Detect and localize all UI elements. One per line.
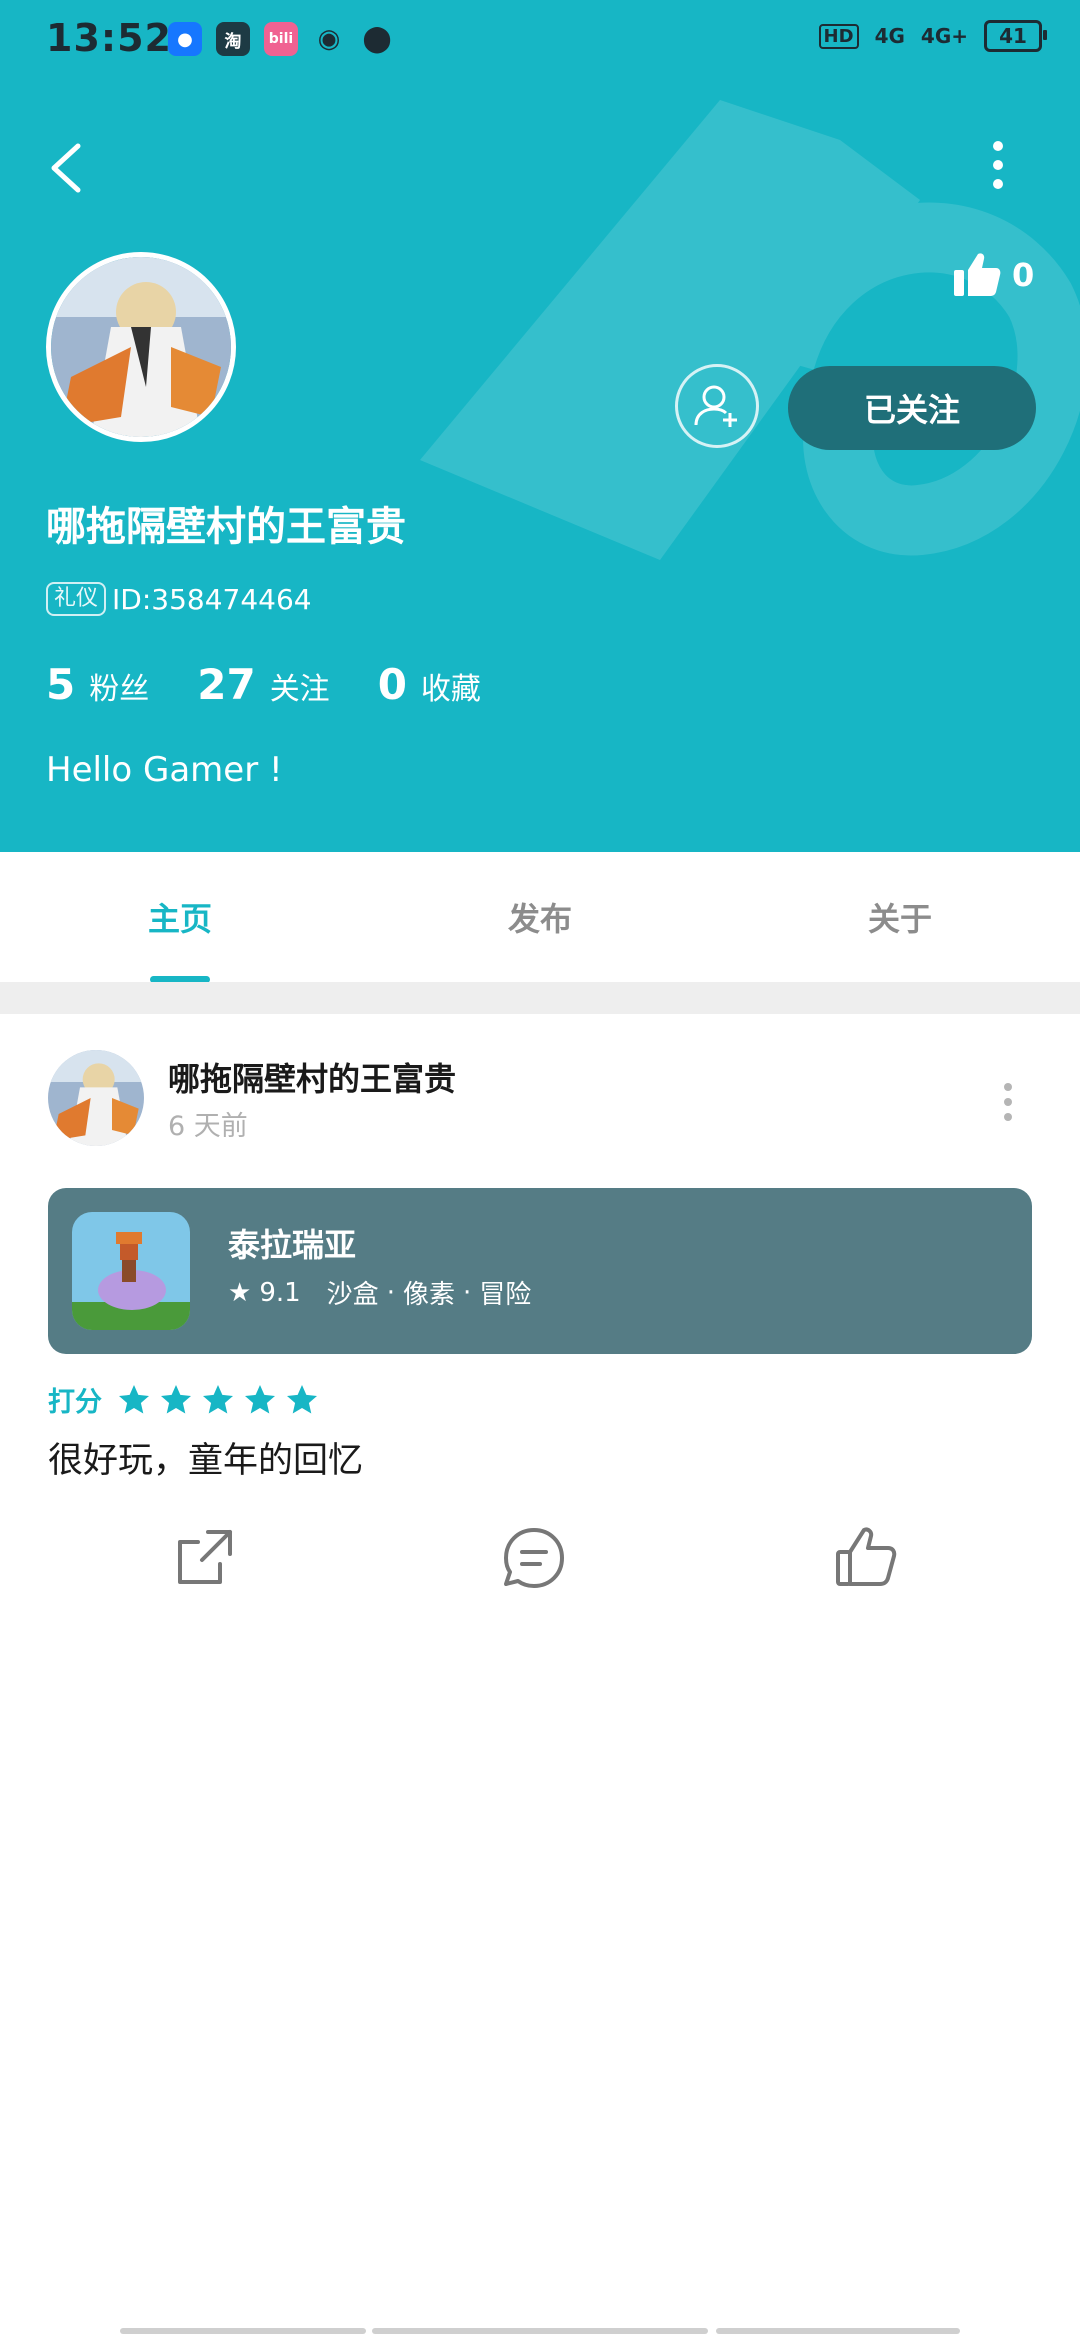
profile-header: 13:52 ● 淘 bili ◉ ⬤ HD 4G 4G+ 41 0 已关注 哪拖… <box>0 0 1080 852</box>
followed-button[interactable]: 已关注 <box>788 366 1036 450</box>
rating-star-icon <box>161 1384 191 1413</box>
game-tag: 冒险 <box>479 1280 532 1310</box>
back-arrow-icon[interactable] <box>44 140 92 196</box>
thumbs-up-icon <box>954 253 1001 296</box>
stat-label: 收藏 <box>420 672 481 707</box>
post-author-avatar[interactable] <box>48 1050 144 1146</box>
game-icon <box>72 1212 190 1330</box>
etiquette-badge[interactable]: 礼仪 <box>46 582 107 616</box>
game-score: 9.1 <box>259 1277 301 1308</box>
stat-value: 27 <box>197 660 256 709</box>
post-actions <box>0 1522 1080 1622</box>
rating-row: 打分 <box>48 1380 320 1419</box>
nav-hint-center <box>372 2328 708 2334</box>
stat-label: 关注 <box>269 672 330 707</box>
status-time: 13:52 <box>46 16 172 60</box>
more-menu-icon[interactable] <box>986 140 1010 190</box>
like-icon[interactable] <box>830 1522 902 1594</box>
system-status: HD 4G 4G+ 41 <box>818 20 1047 52</box>
likes-counter[interactable]: 0 <box>952 250 1034 300</box>
stat-followers[interactable]: 5 粉丝 <box>46 660 149 709</box>
location-icon: ⬤ <box>362 24 392 54</box>
status-bar: 13:52 ● 淘 bili ◉ ⬤ HD 4G 4G+ 41 <box>0 0 1080 84</box>
section-divider <box>0 982 1080 1014</box>
profile-stats: 5 粉丝 27 关注 0 收藏 <box>46 660 529 709</box>
rating-star-icon <box>245 1384 275 1413</box>
dot-separator: · <box>386 1277 395 1308</box>
nav-hint-left <box>120 2328 366 2334</box>
likes-count: 0 <box>1012 256 1035 294</box>
stat-following[interactable]: 27 关注 <box>197 660 329 709</box>
stat-value: 5 <box>46 660 76 709</box>
game-meta: ★ 9.1 沙盒 · 像素 · 冒险 <box>228 1274 531 1311</box>
weibo-icon: ◉ <box>317 24 341 54</box>
hd-icon: HD <box>818 23 859 49</box>
post-author-name[interactable]: 哪拖隔壁村的王富贵 <box>168 1054 456 1100</box>
rating-star-icon <box>119 1384 149 1413</box>
rating-star-icon <box>287 1384 317 1413</box>
star-icon: ★ <box>228 1277 252 1308</box>
terraria-icon <box>72 1212 190 1330</box>
signal-4g-plus: 4G+ <box>920 24 968 48</box>
game-card[interactable]: 泰拉瑞亚 ★ 9.1 沙盒 · 像素 · 冒险 <box>48 1188 1032 1354</box>
dot-separator: · <box>462 1277 472 1308</box>
game-tag: 沙盒 <box>326 1280 379 1310</box>
rating-label: 打分 <box>48 1387 102 1418</box>
add-user-icon <box>694 385 737 427</box>
nav-hint-right <box>716 2328 960 2334</box>
profile-id-row: 礼仪 ID:358474464 <box>46 582 312 616</box>
stat-label: 粉丝 <box>89 672 150 707</box>
profile-avatar[interactable] <box>46 252 236 442</box>
rating-stars <box>116 1382 320 1418</box>
signal-4g: 4G <box>874 24 905 48</box>
stat-value: 0 <box>377 660 407 709</box>
profile-bio: Hello Gamer ! <box>46 750 283 790</box>
battery-level: 41 <box>999 24 1027 48</box>
game-title: 泰拉瑞亚 <box>228 1226 357 1264</box>
battery-icon: 41 <box>984 20 1047 52</box>
post-more-icon[interactable] <box>1000 1082 1016 1122</box>
profile-tabs: 主页 发布 关于 <box>0 852 1080 982</box>
game-tag: 像素 <box>402 1280 455 1310</box>
avatar-image <box>48 1050 144 1146</box>
share-icon[interactable] <box>168 1522 240 1594</box>
stat-favorites[interactable]: 0 收藏 <box>378 660 481 709</box>
add-friend-button[interactable] <box>675 364 759 448</box>
tab-home[interactable]: 主页 <box>0 852 360 982</box>
bilibili-icon: bili <box>264 22 298 56</box>
tab-posts[interactable]: 发布 <box>360 852 720 982</box>
profile-id: ID:358474464 <box>112 582 312 616</box>
post-timestamp: 6 天前 <box>168 1111 248 1142</box>
tab-about[interactable]: 关于 <box>720 852 1080 982</box>
notification-icons: ● 淘 bili ◉ ⬤ <box>168 22 394 56</box>
profile-username: 哪拖隔壁村的王富贵 <box>46 504 406 550</box>
qq-icon: ● <box>168 22 202 56</box>
taobao-icon: 淘 <box>216 22 250 56</box>
avatar-image <box>51 257 231 437</box>
review-text: 很好玩，童年的回忆 <box>48 1441 364 1481</box>
rating-star-icon <box>203 1384 233 1413</box>
comment-icon[interactable] <box>498 1522 570 1594</box>
